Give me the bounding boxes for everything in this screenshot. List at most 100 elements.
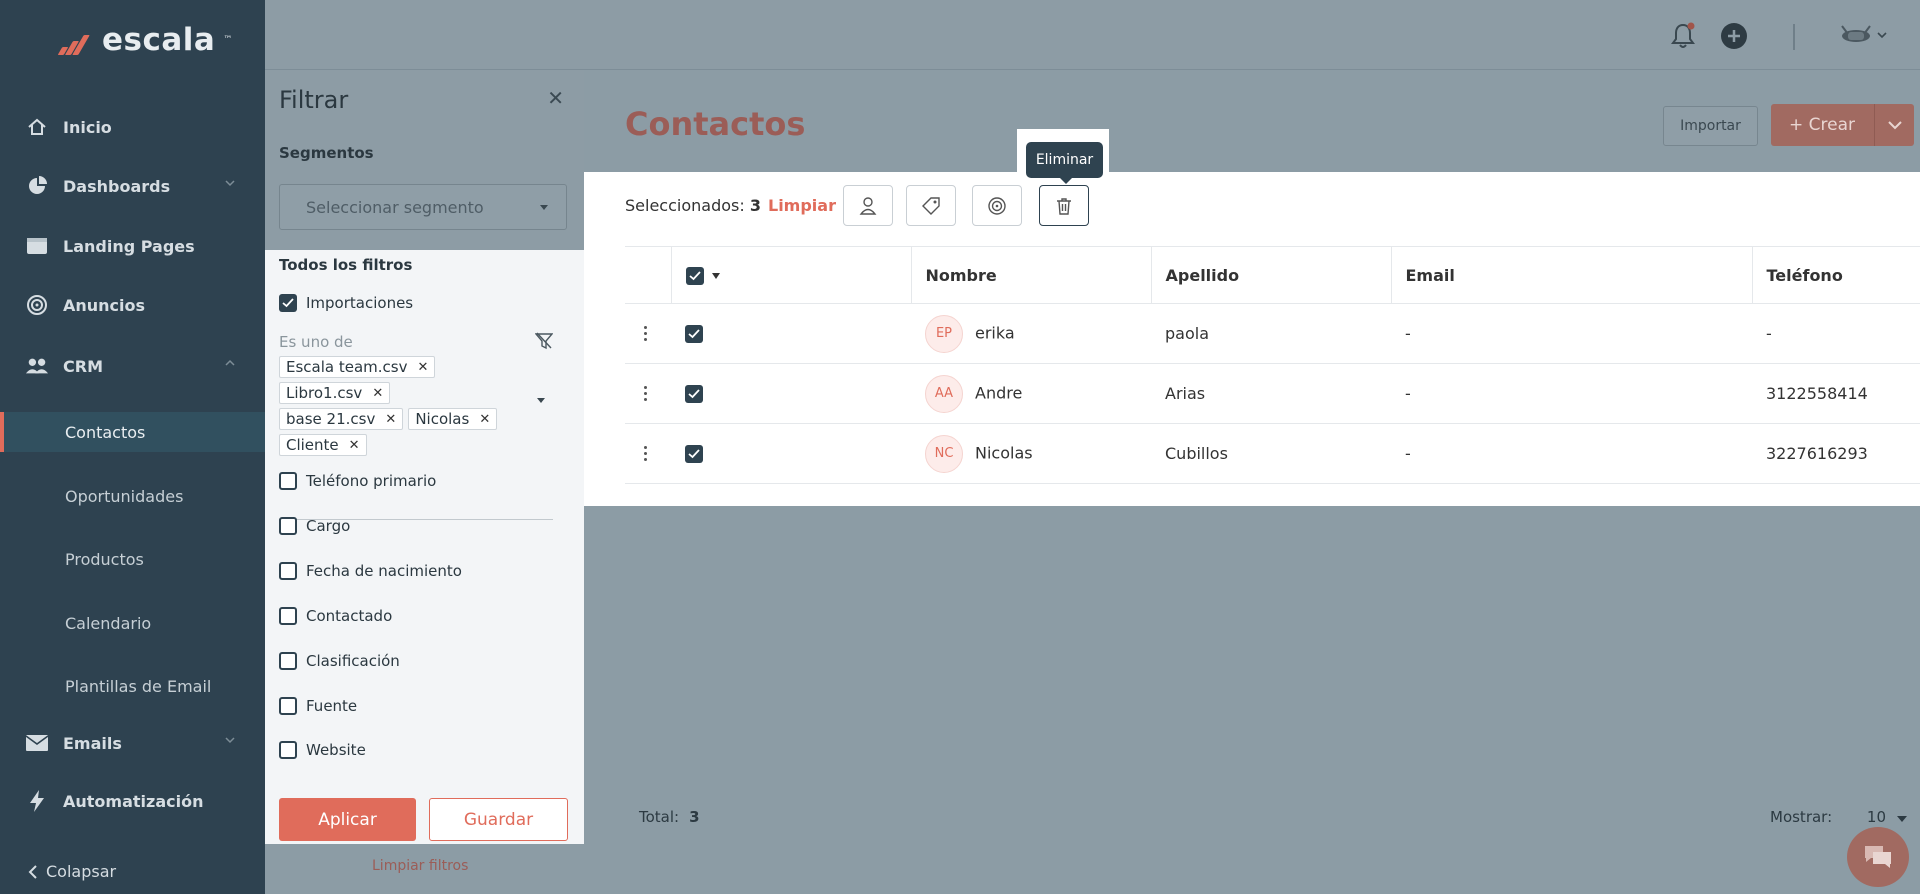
column-header-email[interactable]: Email xyxy=(1390,246,1752,304)
sidebar-item-automatizacion[interactable]: Automatización xyxy=(0,779,265,823)
create-button[interactable]: + Crear xyxy=(1771,104,1914,146)
sidebar-subitem-productos[interactable]: Productos xyxy=(0,539,265,579)
collapse-label: Colapsar xyxy=(46,862,117,881)
sidebar-item-inicio[interactable]: Inicio xyxy=(0,105,265,149)
filter-cargo[interactable]: Cargo xyxy=(279,517,350,535)
sidebar-subitem-oportunidades[interactable]: Oportunidades xyxy=(0,476,265,516)
tag-icon xyxy=(922,196,940,215)
contact-name[interactable]: Nicolas xyxy=(975,443,1033,462)
caret-down-icon[interactable] xyxy=(537,398,545,403)
table-row[interactable]: AA Andre Arias - 3122558414 xyxy=(625,363,1920,424)
row-menu[interactable] xyxy=(625,363,671,424)
remove-tag-icon[interactable]: ✕ xyxy=(479,412,490,427)
filter-clasificacion[interactable]: Clasificación xyxy=(279,652,400,670)
cell-nombre[interactable]: NC Nicolas xyxy=(911,423,1151,484)
filter-importaciones[interactable]: Importaciones xyxy=(279,294,413,312)
user-avatar-icon[interactable] xyxy=(1838,22,1888,54)
chat-button[interactable] xyxy=(1847,827,1909,887)
column-header-telefono[interactable]: Teléfono xyxy=(1751,246,1920,304)
sidebar-subitem-contactos[interactable]: Contactos xyxy=(0,412,265,452)
cell-telefono: 3227616293 xyxy=(1752,423,1920,484)
clear-filters-link[interactable]: Limpiar filtros xyxy=(372,858,468,874)
importaciones-checkbox[interactable] xyxy=(279,294,297,312)
contact-name[interactable]: Andre xyxy=(975,383,1022,402)
caret-down-icon[interactable] xyxy=(711,272,720,279)
add-circle-icon[interactable] xyxy=(1720,22,1748,54)
sidebar-subitem-label: Oportunidades xyxy=(65,486,184,506)
filter-telefono-primario[interactable]: Teléfono primario xyxy=(279,472,436,490)
avatar: AA xyxy=(925,374,963,413)
clear-selection-link[interactable]: Limpiar xyxy=(768,196,836,215)
column-header-apellido[interactable]: Apellido xyxy=(1150,246,1391,304)
tag-chip[interactable]: base 21.csv ✕ xyxy=(279,408,404,430)
table-header-row: Nombre Apellido Email Teléfono xyxy=(625,246,1920,304)
cell-nombre[interactable]: AA Andre xyxy=(911,363,1151,424)
page-size-selector[interactable]: Mostrar: 10 xyxy=(1770,808,1907,826)
filter-checkbox[interactable] xyxy=(279,517,297,535)
selected-summary: Seleccionados: 3 xyxy=(625,196,761,215)
row-menu[interactable] xyxy=(625,303,671,364)
tag-chip[interactable]: Libro1.csv ✕ xyxy=(279,382,391,404)
row-checkbox[interactable] xyxy=(685,444,703,463)
cell-nombre[interactable]: EP erika xyxy=(911,303,1151,364)
import-button[interactable]: Importar xyxy=(1663,106,1758,146)
tag-label: base 21.csv xyxy=(286,410,376,428)
table-row[interactable]: NC Nicolas Cubillos - 3227616293 xyxy=(625,423,1920,484)
row-menu[interactable] xyxy=(625,423,671,484)
filter-checkbox[interactable] xyxy=(279,697,297,715)
sidebar-item-dashboards[interactable]: Dashboards xyxy=(0,164,265,208)
segment-select[interactable]: Seleccionar segmento xyxy=(279,184,567,230)
kebab-menu-icon[interactable] xyxy=(639,386,651,401)
kebab-menu-icon[interactable] xyxy=(639,446,651,461)
target-icon xyxy=(988,196,1006,215)
column-header-nombre[interactable]: Nombre xyxy=(910,246,1151,304)
show-label: Mostrar: xyxy=(1770,808,1833,826)
tag-button[interactable] xyxy=(906,185,956,226)
collapse-button[interactable]: Colapsar xyxy=(28,862,116,881)
notification-bell-icon[interactable] xyxy=(1670,22,1696,54)
filter-checkbox[interactable] xyxy=(279,562,297,580)
sidebar-item-anuncios[interactable]: Anuncios xyxy=(0,283,265,327)
delete-button[interactable] xyxy=(1039,185,1089,226)
filter-label: Fecha de nacimiento xyxy=(306,562,462,580)
clear-filter-funnel-icon[interactable] xyxy=(534,332,554,354)
filter-checkbox[interactable] xyxy=(279,741,297,759)
sidebar-item-landing-pages[interactable]: Landing Pages xyxy=(0,224,265,268)
tag-chip[interactable]: Cliente ✕ xyxy=(279,434,367,456)
contact-name[interactable]: erika xyxy=(975,323,1015,342)
sidebar-subitem-plantillas[interactable]: Plantillas de Email xyxy=(0,666,265,706)
filter-fuente[interactable]: Fuente xyxy=(279,697,357,715)
filter-website[interactable]: Website xyxy=(279,741,366,759)
save-button[interactable]: Guardar xyxy=(429,798,568,841)
apply-button[interactable]: Aplicar xyxy=(279,798,416,841)
close-icon[interactable]: ✕ xyxy=(547,86,564,110)
header-select-all[interactable] xyxy=(670,246,911,304)
remove-tag-icon[interactable]: ✕ xyxy=(385,412,396,427)
remove-tag-icon[interactable]: ✕ xyxy=(417,360,428,375)
row-checkbox[interactable] xyxy=(685,384,703,403)
create-dropdown-toggle[interactable] xyxy=(1875,120,1914,130)
caret-down-icon[interactable] xyxy=(1896,816,1907,822)
select-all-checkbox[interactable] xyxy=(685,266,704,285)
filter-fecha-nacimiento[interactable]: Fecha de nacimiento xyxy=(279,562,462,580)
filter-checkbox[interactable] xyxy=(279,472,297,490)
create-button-label[interactable]: + Crear xyxy=(1771,115,1874,135)
filter-contactado[interactable]: Contactado xyxy=(279,607,392,625)
remove-tag-icon[interactable]: ✕ xyxy=(349,438,360,453)
sidebar-subitem-calendario[interactable]: Calendario xyxy=(0,603,265,643)
filter-checkbox[interactable] xyxy=(279,652,297,670)
escala-logo[interactable]: escala ™ xyxy=(54,22,232,58)
row-checkbox[interactable] xyxy=(685,324,703,343)
import-tags[interactable]: Escala team.csv ✕ Libro1.csv ✕ base 21.csv… xyxy=(279,354,519,458)
kebab-menu-icon[interactable] xyxy=(639,326,651,341)
sidebar-item-emails[interactable]: Emails xyxy=(0,721,265,765)
tag-chip[interactable]: Nicolas ✕ xyxy=(408,408,498,430)
page-size-value[interactable]: 10 xyxy=(1867,808,1886,826)
assign-owner-button[interactable] xyxy=(843,185,893,226)
campaign-button[interactable] xyxy=(972,185,1022,226)
remove-tag-icon[interactable]: ✕ xyxy=(372,386,383,401)
filter-checkbox[interactable] xyxy=(279,607,297,625)
sidebar-item-crm[interactable]: CRM xyxy=(0,344,265,388)
table-row[interactable]: EP erika paola - - xyxy=(625,303,1920,364)
tag-chip[interactable]: Escala team.csv ✕ xyxy=(279,356,436,378)
